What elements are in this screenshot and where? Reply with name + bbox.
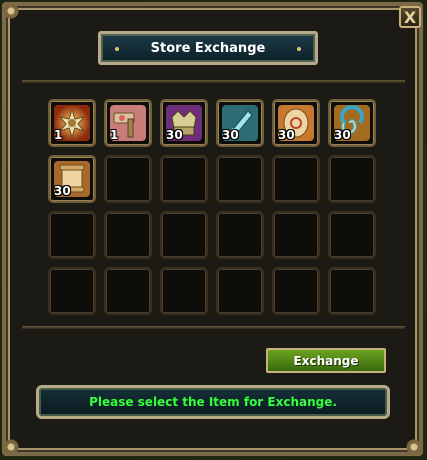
item-quantity: 30	[334, 128, 351, 142]
empty-item-slot[interactable]	[328, 267, 376, 315]
corner-ornament-icon	[0, 436, 22, 458]
empty-item-slot[interactable]	[48, 267, 96, 315]
empty-item-slot[interactable]	[160, 211, 208, 259]
window-title-bar: Store Exchange	[98, 31, 318, 65]
empty-item-slot[interactable]	[48, 211, 96, 259]
exchange-button[interactable]: Exchange	[266, 348, 386, 373]
item-slot[interactable]: 30	[216, 99, 264, 147]
empty-item-slot[interactable]	[216, 267, 264, 315]
item-slot[interactable]: 1	[48, 99, 96, 147]
close-button[interactable]: X	[399, 6, 421, 28]
empty-item-slot[interactable]	[328, 155, 376, 203]
item-quantity: 30	[278, 128, 295, 142]
empty-item-slot[interactable]	[104, 155, 152, 203]
empty-item-slot[interactable]	[272, 267, 320, 315]
empty-item-slot[interactable]	[104, 211, 152, 259]
corner-ornament-icon	[0, 0, 22, 22]
empty-item-slot[interactable]	[272, 155, 320, 203]
empty-item-slot[interactable]	[104, 267, 152, 315]
item-quantity: 1	[110, 128, 119, 142]
item-quantity: 30	[222, 128, 239, 142]
divider-top	[22, 80, 405, 83]
corner-ornament-icon	[403, 436, 425, 458]
item-slot[interactable]: 30	[272, 99, 320, 147]
empty-item-slot[interactable]	[216, 211, 264, 259]
empty-item-slot[interactable]	[160, 267, 208, 315]
empty-item-slot[interactable]	[272, 211, 320, 259]
close-icon: X	[403, 7, 417, 27]
item-slot[interactable]: 30	[48, 155, 96, 203]
item-slot[interactable]: 30	[160, 99, 208, 147]
item-quantity: 1	[54, 128, 63, 142]
item-quantity: 30	[54, 184, 71, 198]
status-message: Please select the Item for Exchange.	[89, 395, 337, 409]
item-quantity: 30	[166, 128, 183, 142]
item-slot[interactable]: 30	[328, 99, 376, 147]
empty-item-slot[interactable]	[328, 211, 376, 259]
title-dot-icon	[297, 47, 301, 51]
empty-item-slot[interactable]	[216, 155, 264, 203]
title-dot-icon	[115, 47, 119, 51]
empty-item-slot[interactable]	[160, 155, 208, 203]
status-message-box: Please select the Item for Exchange.	[36, 385, 390, 419]
item-slot[interactable]: 1	[104, 99, 152, 147]
window-title: Store Exchange	[150, 40, 266, 56]
item-grid: 1 1 30 30 30 30 30	[40, 93, 382, 319]
divider-bottom	[22, 326, 405, 329]
